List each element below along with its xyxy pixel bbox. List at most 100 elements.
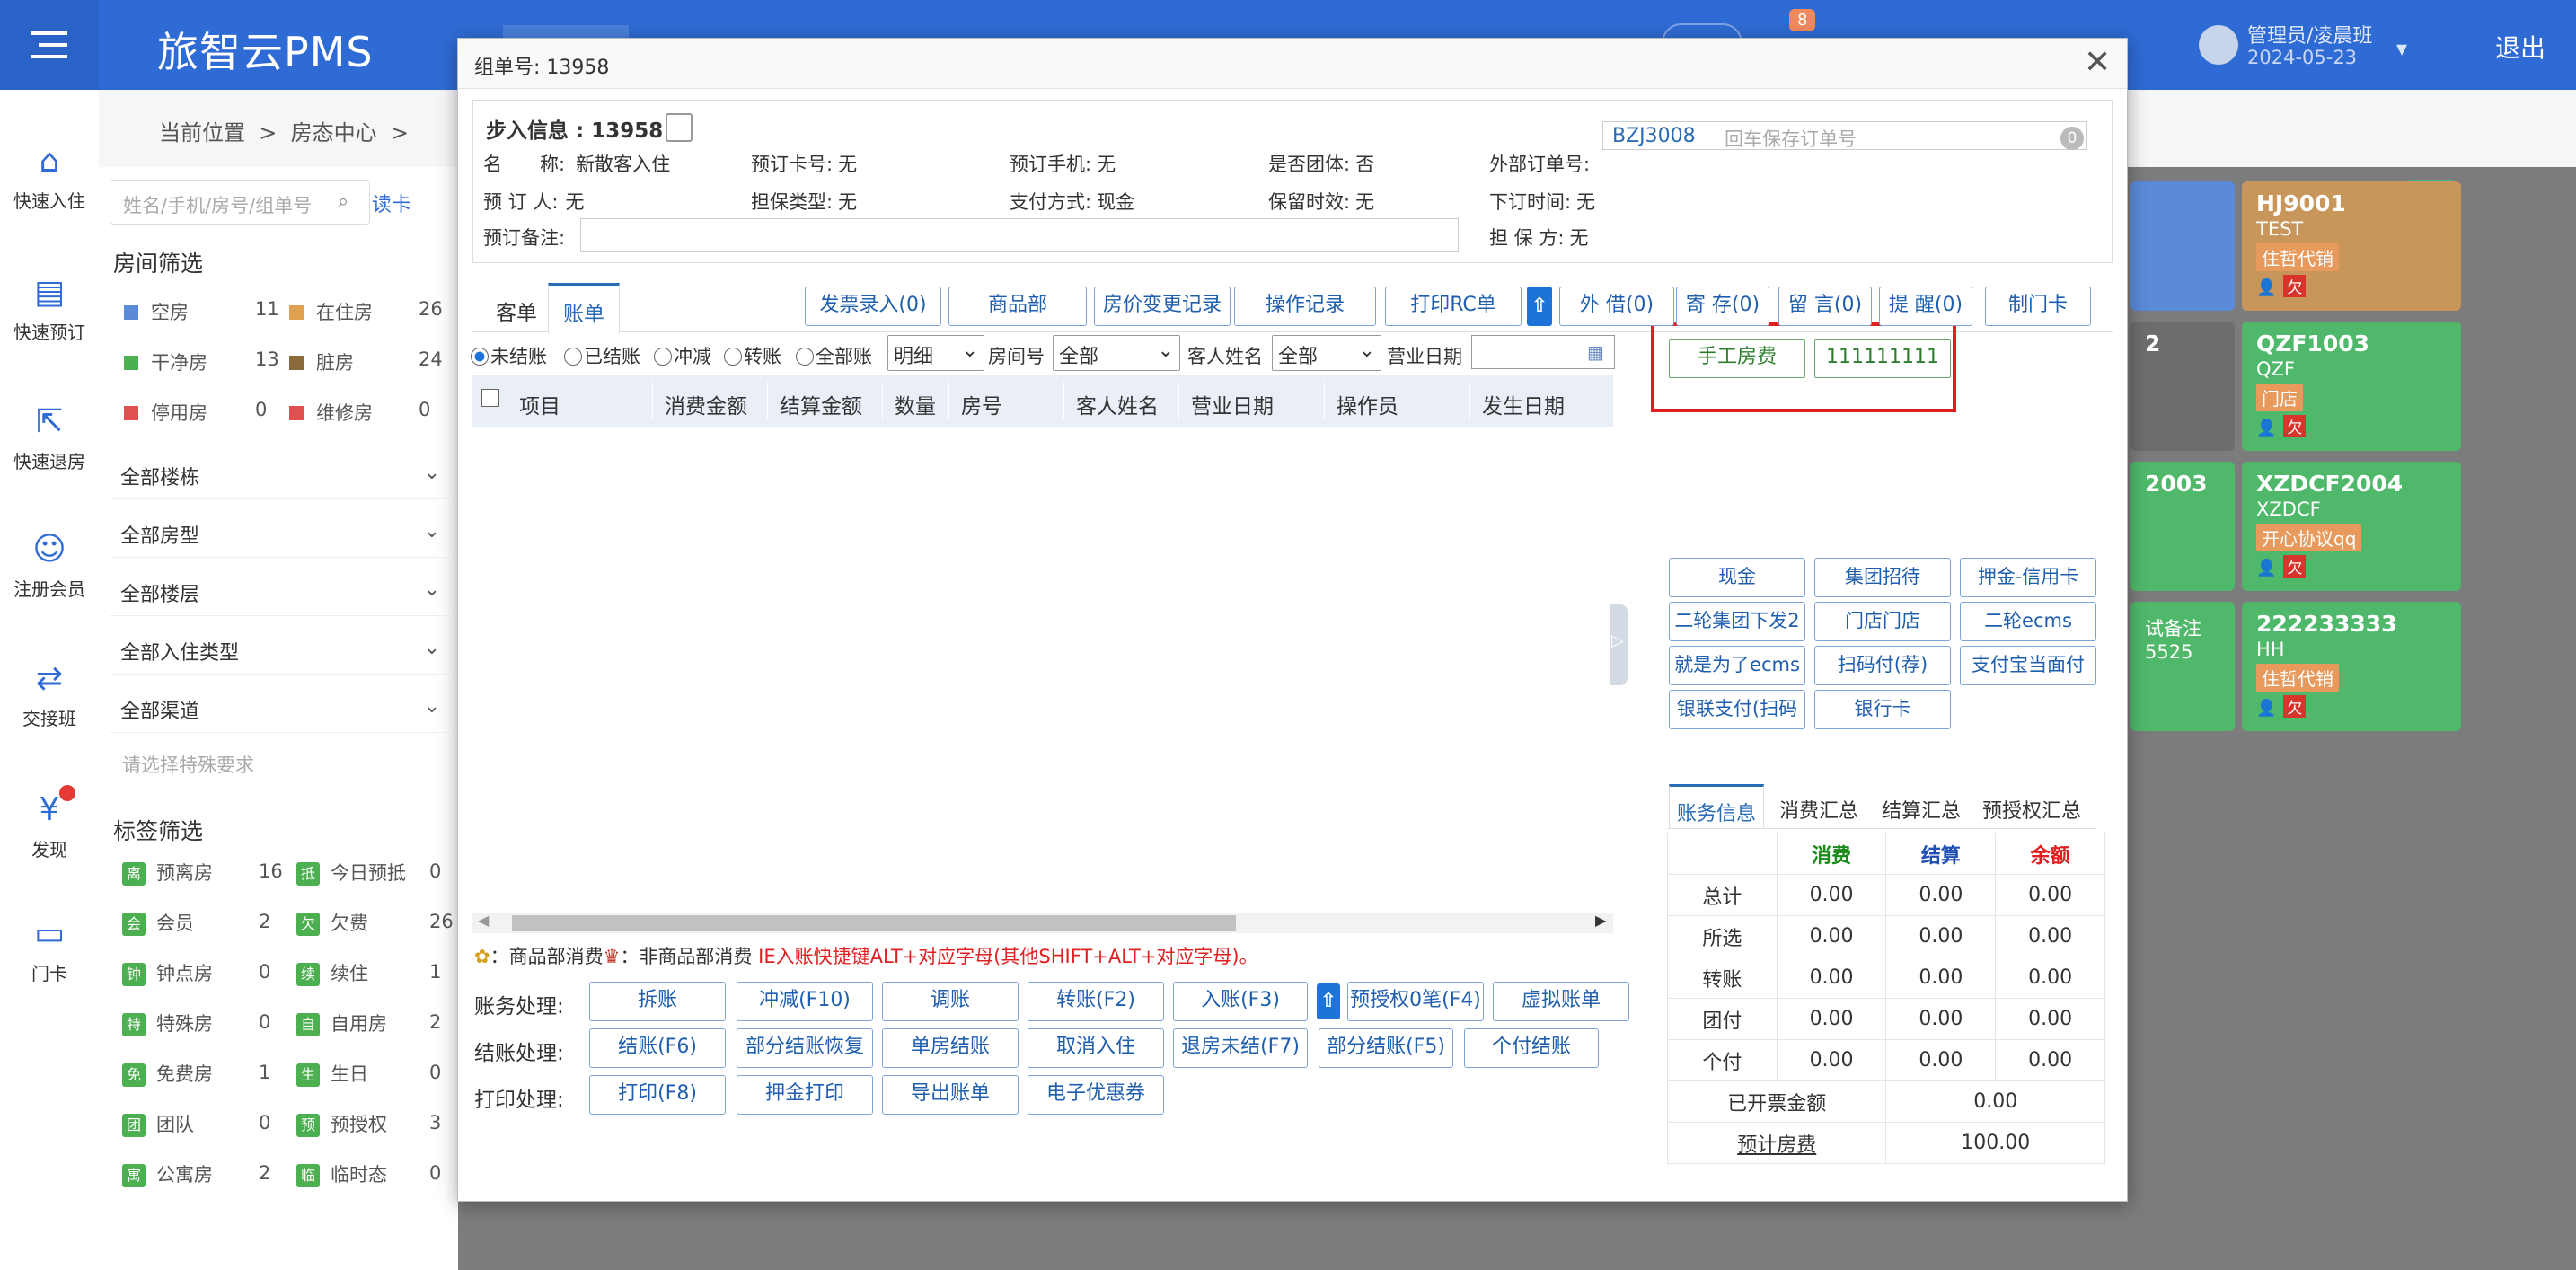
pay-button-6[interactable]: 就是为了ecms xyxy=(1669,646,1805,685)
col-quantity[interactable]: 数量 xyxy=(895,389,936,419)
menu-toggle-button[interactable] xyxy=(0,0,99,90)
close-icon[interactable]: ✕ xyxy=(2084,44,2111,81)
room-no-select[interactable]: 全部 ⌄ xyxy=(1053,335,1180,371)
tag-filter-2[interactable]: 会会员 xyxy=(122,909,194,936)
arrow-up-icon[interactable]: ⇧ xyxy=(1317,983,1340,1019)
action-button-0-3[interactable]: 转账(F2) xyxy=(1028,982,1164,1021)
status-filter-3[interactable]: 脏房 xyxy=(289,348,354,375)
toolbar-button-5[interactable]: 外 借(0) xyxy=(1559,287,1674,326)
horizontal-scrollbar[interactable]: ◀ ▶ xyxy=(472,912,1613,933)
special-request-select[interactable]: 请选择特殊要求 xyxy=(122,751,254,778)
sidebar-dropdown-2[interactable]: 全部楼层 ⌄ xyxy=(110,566,451,616)
room-card[interactable]: XZDCF2004 XZDCF 开心协议qq 👤 欠 xyxy=(2242,462,2461,591)
room-card[interactable]: 222233333 HH 住哲代销 👤 欠 xyxy=(2242,602,2461,731)
status-filter-1[interactable]: 在住房 xyxy=(289,298,373,325)
action-button-2-1[interactable]: 押金打印 xyxy=(737,1075,873,1115)
toolbar-button-1[interactable]: 商品部 xyxy=(948,287,1087,326)
pay-button-3[interactable]: 二轮集团下发2 xyxy=(1669,602,1805,641)
account-tab-1[interactable]: 消费汇总 xyxy=(1769,784,1868,829)
tag-filter-7[interactable]: 自自用房 xyxy=(296,1010,387,1036)
tag-filter-10[interactable]: 团团队 xyxy=(122,1110,194,1137)
action-button-1-0[interactable]: 结账(F6) xyxy=(589,1028,726,1068)
search-input[interactable]: 姓名/手机/房号/组单号 xyxy=(110,180,370,225)
col-settle-amount[interactable]: 结算金额 xyxy=(780,389,862,419)
pay-button-9[interactable]: 银联支付(扫码 xyxy=(1669,690,1805,729)
status-filter-2[interactable]: 干净房 xyxy=(124,348,207,375)
tag-filter-5[interactable]: 续续住 xyxy=(296,959,368,986)
action-button-0-0[interactable]: 拆账 xyxy=(589,982,726,1021)
account-tab-2[interactable]: 结算汇总 xyxy=(1872,784,1971,829)
pay-button-5[interactable]: 二轮ecms xyxy=(1960,602,2096,641)
action-button-0-5[interactable]: 预授权0笔(F4) xyxy=(1347,982,1484,1021)
action-button-1-6[interactable]: 个付结账 xyxy=(1464,1028,1599,1068)
guest-name-select[interactable]: 全部 ⌄ xyxy=(1272,335,1381,371)
status-filter-5[interactable]: 维修房 xyxy=(289,399,373,426)
tag-filter-8[interactable]: 免免费房 xyxy=(122,1060,213,1087)
room-card-partial[interactable]: 试备注5525 xyxy=(2130,602,2235,731)
pay-button-1[interactable]: 集团招待 xyxy=(1814,558,1951,597)
sidebar-dropdown-1[interactable]: 全部房型 ⌄ xyxy=(110,507,451,558)
scrollbar-thumb[interactable] xyxy=(512,915,1236,931)
search-icon[interactable]: ⌕ xyxy=(338,190,348,213)
tag-filter-3[interactable]: 欠欠费 xyxy=(296,909,368,936)
nav-quick-booking[interactable]: ▤ 快速预订 xyxy=(0,273,99,344)
quick-button-111111111[interactable]: 111111111 xyxy=(1814,339,1951,378)
pay-button-0[interactable]: 现金 xyxy=(1669,558,1805,597)
filter-radio-1[interactable]: 已结账 xyxy=(564,342,640,369)
copy-icon[interactable] xyxy=(666,113,693,142)
pay-button-10[interactable]: 银行卡 xyxy=(1814,690,1951,729)
calendar-icon[interactable]: ▦ xyxy=(1587,341,1604,363)
toolbar-button-0[interactable]: 发票录入(0) xyxy=(805,287,941,326)
action-button-2-0[interactable]: 打印(F8) xyxy=(589,1075,726,1115)
room-card-partial[interactable]: 2003 xyxy=(2130,462,2235,591)
toolbar-button-6[interactable]: 寄 存(0) xyxy=(1676,287,1769,326)
detail-select[interactable]: 明细 ⌄ xyxy=(887,335,984,371)
col-operator[interactable]: 操作员 xyxy=(1337,389,1398,419)
toolbar-button-9[interactable]: 制门卡 xyxy=(1985,287,2091,326)
tag-filter-4[interactable]: 钟钟点房 xyxy=(122,959,213,986)
action-button-1-2[interactable]: 单房结账 xyxy=(882,1028,1019,1068)
tag-filter-9[interactable]: 生生日 xyxy=(296,1060,368,1087)
pay-button-8[interactable]: 支付宝当面付 xyxy=(1960,646,2096,685)
status-filter-0[interactable]: 空房 xyxy=(124,298,189,325)
filter-radio-4[interactable]: 全部账 xyxy=(796,342,872,369)
action-button-1-1[interactable]: 部分结账恢复 xyxy=(737,1028,873,1068)
action-button-1-5[interactable]: 部分结账(F5) xyxy=(1319,1028,1453,1068)
estimated-room-fee-link[interactable]: 预计房费 xyxy=(1666,1122,1887,1164)
filter-radio-2[interactable]: 冲减 xyxy=(654,342,711,369)
chevron-down-icon[interactable]: ▾ xyxy=(2396,36,2407,61)
nav-discover[interactable]: ¥ 发现 xyxy=(0,790,99,861)
action-button-0-4[interactable]: 入账(F3) xyxy=(1173,982,1308,1021)
filter-radio-0[interactable]: 未结账 xyxy=(471,342,547,369)
col-guest-name[interactable]: 客人姓名 xyxy=(1076,389,1159,419)
status-filter-4[interactable]: 停用房 xyxy=(124,399,207,426)
memo-input[interactable] xyxy=(580,218,1459,252)
action-button-0-1[interactable]: 冲减(F10) xyxy=(737,982,873,1021)
toolbar-button-3[interactable]: 操作记录 xyxy=(1234,287,1376,326)
sidebar-dropdown-4[interactable]: 全部渠道 ⌄ xyxy=(110,683,451,733)
scroll-left-icon[interactable]: ◀ xyxy=(478,912,489,929)
room-card[interactable]: HJ9001 TEST 住哲代销 👤 欠 xyxy=(2242,181,2461,311)
select-all-checkbox[interactable] xyxy=(481,389,499,407)
account-tab-0[interactable]: 账务信息 xyxy=(1669,784,1764,829)
business-date-input[interactable]: ▦ xyxy=(1471,335,1615,369)
nav-shift-handover[interactable]: ⇄ 交接班 xyxy=(0,659,99,730)
tab-bill[interactable]: 账单 xyxy=(548,283,620,333)
sidebar-dropdown-3[interactable]: 全部入住类型 ⌄ xyxy=(110,624,451,675)
room-card-partial[interactable] xyxy=(2130,181,2235,311)
toolbar-button-8[interactable]: 提 醒(0) xyxy=(1879,287,1972,326)
pay-button-2[interactable]: 押金-信用卡 xyxy=(1960,558,2096,597)
pay-button-4[interactable]: 门店门店 xyxy=(1814,602,1951,641)
panel-collapse-handle[interactable]: ▷ xyxy=(1610,604,1628,685)
room-card[interactable]: QZF1003 QZF 门店 👤 欠 xyxy=(2242,322,2461,451)
action-button-0-2[interactable]: 调账 xyxy=(882,982,1019,1021)
nav-quick-checkout[interactable]: ⇱ 快速退房 xyxy=(0,402,99,473)
filter-radio-3[interactable]: 转账 xyxy=(724,342,781,369)
scroll-right-icon[interactable]: ▶ xyxy=(1595,912,1606,929)
col-item[interactable]: 项目 xyxy=(519,389,560,419)
sidebar-dropdown-0[interactable]: 全部楼栋 ⌄ xyxy=(110,449,451,499)
room-card-partial[interactable]: 2 xyxy=(2130,322,2235,451)
tag-filter-6[interactable]: 特特殊房 xyxy=(122,1010,213,1036)
action-button-0-6[interactable]: 虚拟账单 xyxy=(1493,982,1629,1021)
pay-button-7[interactable]: 扫码付(荐) xyxy=(1814,646,1951,685)
